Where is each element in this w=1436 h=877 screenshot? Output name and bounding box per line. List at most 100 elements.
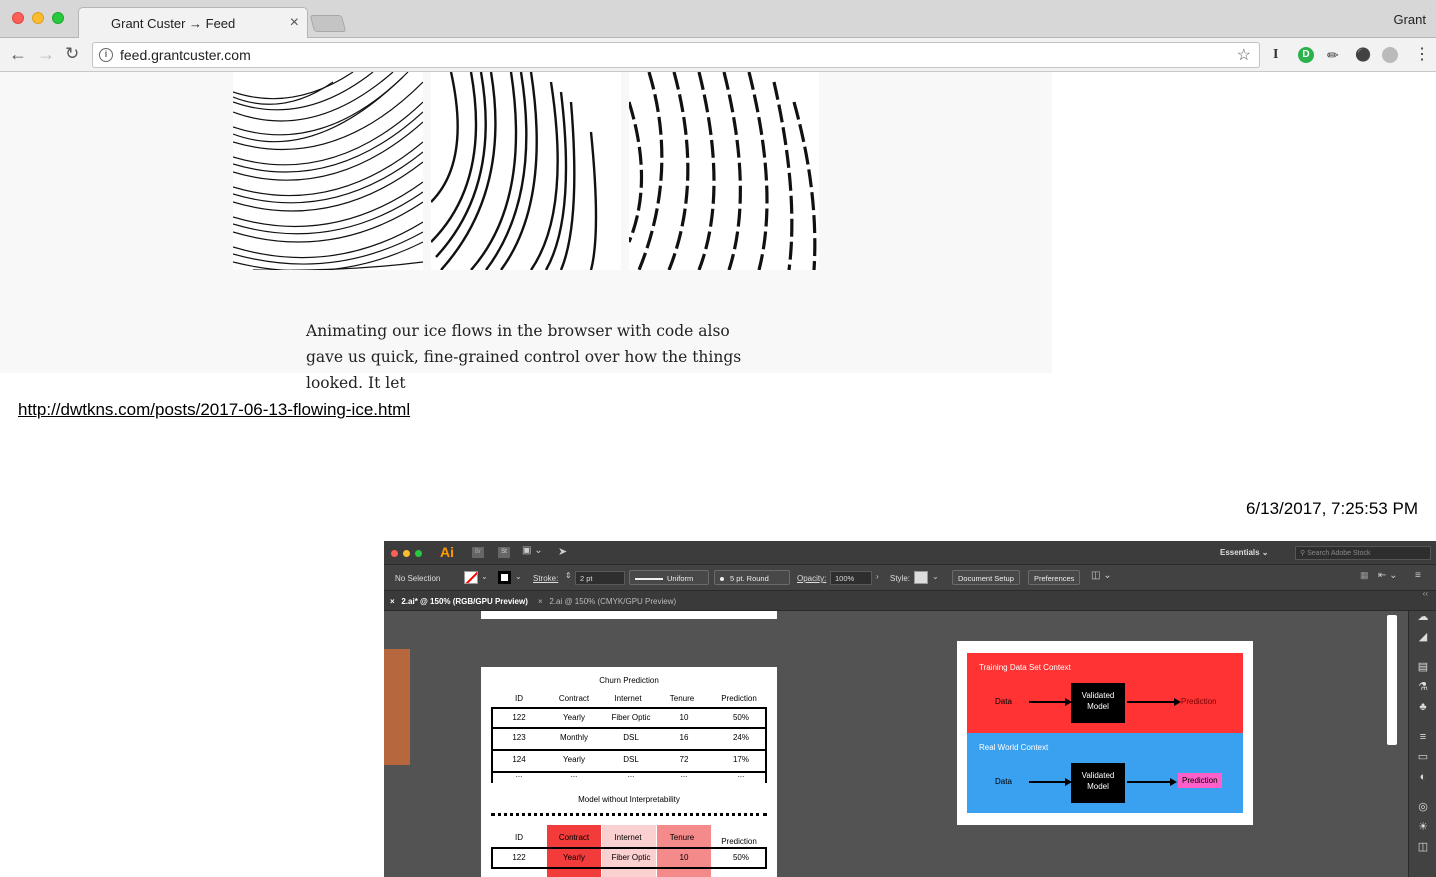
training-context-label: Training Data Set Context [979, 663, 1071, 672]
opacity-label: Opacity: [797, 574, 827, 583]
control-menu-icon: ≡ [1415, 570, 1421, 581]
stroke-weight-field: 2 pt [575, 571, 625, 585]
style-swatch-icon [914, 571, 928, 584]
tool-extension-icon[interactable]: ✏ [1327, 47, 1339, 64]
document-setup-button: Document Setup [952, 570, 1020, 585]
forward-arrow-icon[interactable]: → [37, 44, 55, 64]
search-placeholder: Search Adobe Stock [1307, 550, 1371, 557]
instapaper-extension-icon[interactable]: I [1273, 47, 1278, 63]
arrange-documents-icon: ▣ ⌄ [522, 545, 543, 556]
data-arrow [1029, 701, 1069, 703]
orange-artboard [384, 649, 410, 765]
illustrator-minimize-icon [403, 550, 410, 557]
layers-icon: ▤ [1417, 661, 1429, 673]
back-arrow-icon[interactable]: ← [9, 44, 27, 64]
prediction-highlight-label: Prediction [1178, 773, 1222, 788]
opacity-field: 100% [830, 571, 872, 585]
disabled-extension-icon[interactable] [1382, 47, 1398, 63]
info-icon[interactable]: i [99, 48, 113, 62]
browser-toolbar: ← → ↻ i feed.grantcuster.com ☆ I D ✏ ⚫ ⋮ [0, 38, 1436, 72]
brushes-icon: ⚗ [1418, 681, 1428, 693]
tab-title: Grant Custer → Feed [111, 16, 236, 31]
table-row: ... ... ... ... ... [491, 770, 767, 783]
header-internet: Internet [614, 833, 642, 842]
arrange-icon: ◫ ⌄ [1091, 570, 1112, 581]
header-prediction: Prediction [721, 837, 757, 846]
header-contract: Contract [558, 694, 590, 703]
illustrator-document-tabs: × 2.ai* @ 150% (RGB/GPU Preview) × 2.ai … [384, 589, 1436, 611]
appearance-icon: ◎ [1418, 801, 1428, 813]
reload-icon[interactable]: ↻ [65, 44, 79, 64]
new-tab-button[interactable] [309, 15, 347, 32]
opacity-arrow-icon: › [876, 572, 879, 581]
illustrator-close-icon [391, 550, 398, 557]
header-id: ID [515, 694, 523, 703]
model-line-2: Model [1087, 702, 1109, 711]
tab-close-icon: × [390, 597, 395, 606]
data-arrow [1029, 781, 1069, 783]
illustrator-screenshot: Ai Br St ▣ ⌄ ➤ Essentials ⌄ ⚲ Search Ado… [384, 541, 1436, 877]
libraries-icon: ☁ [1417, 611, 1429, 623]
maximize-window-button[interactable] [52, 12, 64, 24]
style-label: Style: [890, 574, 911, 583]
ice-flow-image-3 [629, 72, 819, 270]
brush-label: 5 pt. Round [730, 574, 769, 583]
address-bar[interactable]: i feed.grantcuster.com ☆ [92, 42, 1260, 68]
plugin-extension-icon[interactable]: ⚫ [1355, 47, 1371, 63]
arrow-head [1170, 778, 1177, 786]
embedded-post-preview: Animating our ice flows in the browser w… [0, 72, 1052, 392]
preferences-button: Preferences [1028, 570, 1081, 585]
profile-name[interactable]: Grant [1393, 12, 1426, 27]
tab-close-icon[interactable]: × [290, 14, 299, 32]
training-context-zone: Training Data Set Context Data Validated… [967, 653, 1243, 733]
stroke-panel-icon: ≡ [1419, 731, 1427, 743]
fill-dropdown-icon: ⌄ [481, 572, 488, 581]
real-world-context-label: Real World Context [979, 743, 1049, 752]
churn-subtitle: Model without Interpretability [578, 795, 680, 804]
properties-icon: ◢ [1418, 631, 1428, 643]
prediction-arrow [1127, 701, 1177, 703]
illustrator-maximize-icon [415, 550, 422, 557]
kebab-menu-icon[interactable]: ⋮ [1414, 44, 1430, 64]
dotted-divider [491, 813, 767, 816]
tab-label: 2.ai* @ 150% (RGB/GPU Preview) [401, 597, 528, 606]
browser-titlebar: Grant Custer → Feed × Grant [0, 0, 1436, 38]
url-text: feed.grantcuster.com [120, 47, 251, 63]
model-line-1: Validated [1081, 771, 1115, 780]
post-link[interactable]: http://dwtkns.com/posts/2017-06-13-flowi… [18, 400, 410, 420]
illustrator-panel-dock: ☁ ◢ ▤ ⚗ ♣ ≡ ▭ ◐ ◎ ☀ ◫ [1408, 611, 1436, 877]
style-dropdown-icon: ⌄ [932, 572, 939, 581]
churn-title: Churn Prediction [599, 676, 659, 685]
stock-search-field: ⚲ Search Adobe Stock [1295, 546, 1431, 560]
model-line-2: Model [1087, 782, 1109, 791]
canvas-scrollbar [1387, 615, 1397, 745]
real-world-context-zone: Real World Context Data Validated Model … [967, 733, 1243, 813]
minimize-window-button[interactable] [32, 12, 44, 24]
feed-page: Animating our ice flows in the browser w… [0, 72, 1436, 877]
prediction-label: Prediction [1181, 697, 1217, 706]
document-tab: × 2.ai @ 150% (CMYK/GPU Preview) [538, 597, 676, 606]
post-excerpt: Animating our ice flows in the browser w… [306, 322, 742, 392]
artboard-top-strip [481, 611, 777, 619]
validated-model-box: Validated Model [1071, 683, 1125, 723]
uniform-profile: Uniform [629, 570, 709, 585]
arrow-head [1174, 698, 1181, 706]
table-row: 122 Yearly Fiber Optic 10 50% [491, 847, 767, 869]
transparency-icon: ◐ [1419, 771, 1427, 783]
fill-swatch-icon [464, 571, 478, 584]
stroke-label: Stroke: [533, 574, 559, 583]
browser-tab[interactable]: Grant Custer → Feed × [78, 7, 308, 38]
table-row: 123 Monthly DSL 16 24% [491, 729, 767, 751]
illustrator-logo: Ai [440, 544, 454, 560]
selection-status: No Selection [395, 574, 441, 583]
workspace-switcher: Essentials ⌄ [1220, 548, 1269, 557]
stroke-stepper-icon: ⇕ [565, 571, 572, 580]
validated-model-box: Validated Model [1071, 763, 1125, 803]
export-icon: ◫ [1417, 841, 1429, 853]
bookmark-star-icon[interactable]: ☆ [1237, 45, 1251, 65]
close-window-button[interactable] [12, 12, 24, 24]
green-extension-icon[interactable]: D [1298, 47, 1314, 63]
model-line-1: Validated [1081, 691, 1115, 700]
workspace-label: Essentials [1220, 548, 1260, 557]
search-icon: ⚲ [1300, 550, 1306, 557]
